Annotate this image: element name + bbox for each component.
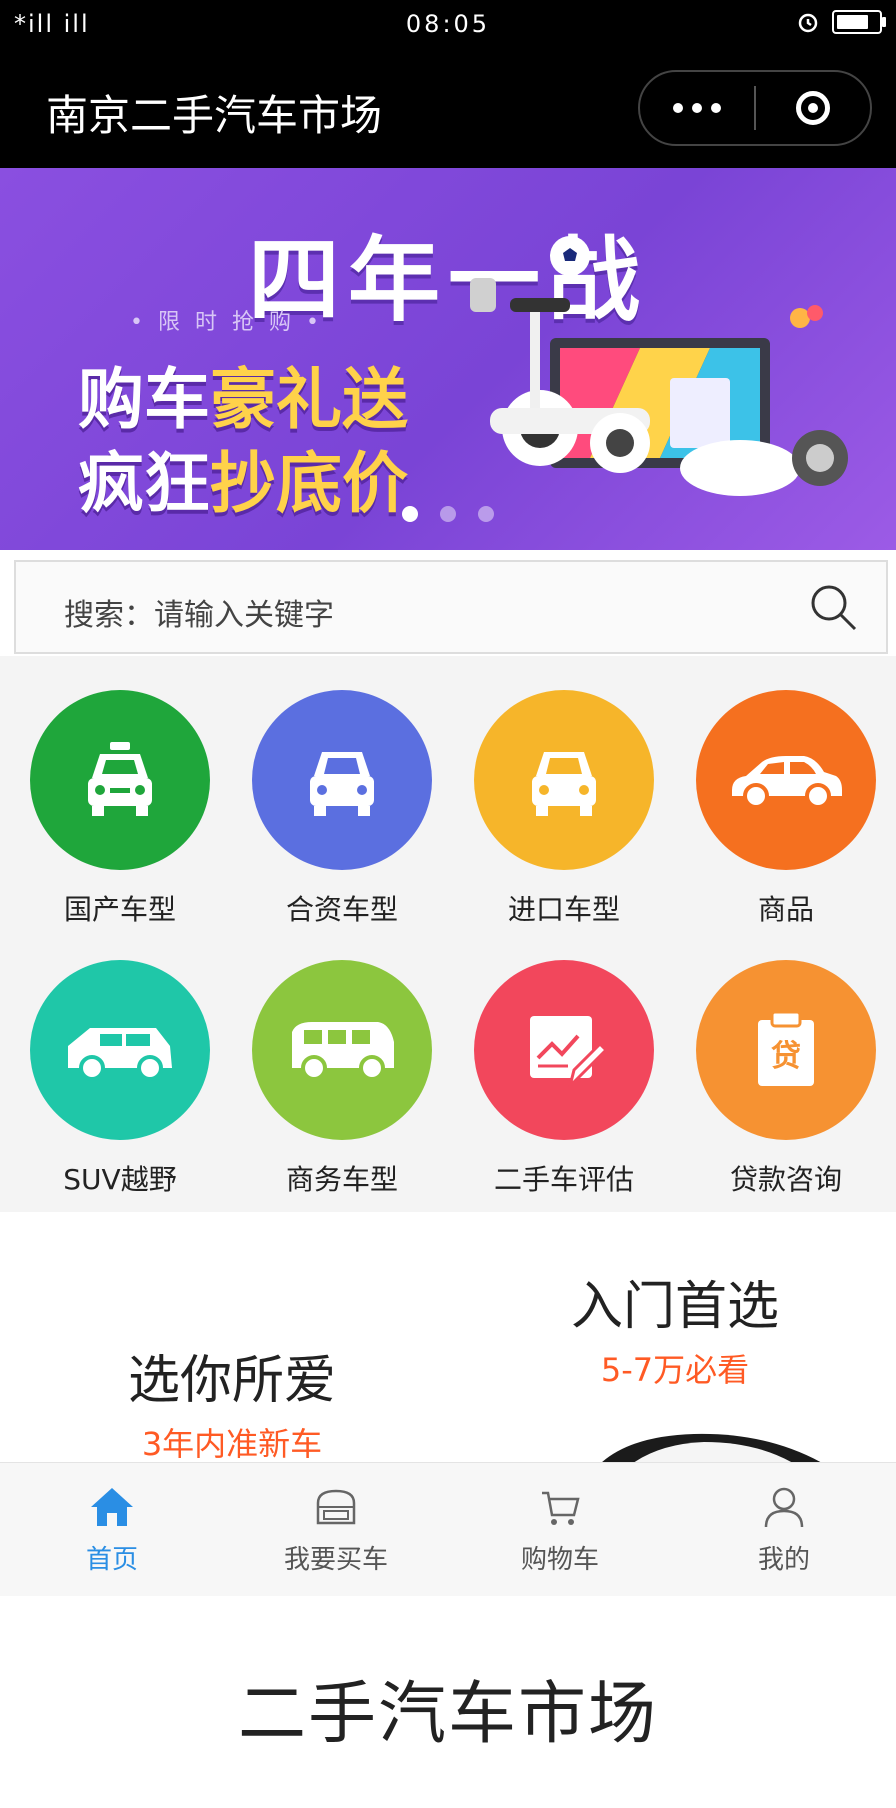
status-icons [796, 10, 886, 34]
promo-card-new-cars[interactable]: 选你所爱 3年内准新车 [14, 1212, 450, 1462]
category-car-front[interactable]: 进口车型 [452, 690, 676, 928]
category-label: 合资车型 [285, 893, 398, 926]
category-label: 商务车型 [285, 1163, 398, 1196]
carousel-dot[interactable] [478, 506, 494, 522]
tab-label: 首页 [85, 1545, 138, 1575]
van-icon [252, 960, 432, 1140]
suv-icon [30, 960, 210, 1140]
banner-subtitle: • 限 时 抢 购 • [130, 310, 323, 335]
battery-level [837, 15, 868, 29]
promo-title: 选你所爱 [127, 1351, 336, 1411]
category-van[interactable]: 商务车型 [230, 960, 454, 1198]
category-chart-edit[interactable]: 二手车评估 [452, 960, 676, 1198]
footer-title: 二手汽车市场 [237, 1675, 658, 1754]
miniprogram-capsule [638, 70, 872, 146]
close-circle-icon [796, 91, 830, 125]
promo-subtitle: 5-7万必看 [600, 1351, 750, 1389]
search-icon[interactable] [806, 580, 860, 634]
taxi-icon [30, 690, 210, 870]
category-loan-clipboard[interactable]: 贷贷款咨询 [674, 960, 896, 1198]
user-icon [764, 1487, 804, 1528]
tab-label: 购物车 [520, 1545, 599, 1575]
tab-label: 我的 [757, 1545, 810, 1575]
football-icon [550, 236, 590, 276]
footer: 二手汽车市场 [0, 1596, 896, 1808]
category-suv[interactable]: SUV越野 [8, 960, 232, 1198]
promo-banner[interactable]: 四年一战 • 限 时 抢 购 • 购车豪礼送 疯狂抄底价 [0, 168, 896, 550]
cart-icon [542, 1491, 580, 1525]
category-label: SUV越野 [63, 1163, 177, 1196]
search-input[interactable]: 搜索：请输入关键字 [14, 560, 888, 654]
sedan-side-icon [696, 690, 876, 870]
status-time: 08:05 [405, 10, 491, 38]
loan-clipboard-icon: 贷 [696, 960, 876, 1140]
more-button[interactable] [640, 72, 754, 144]
carousel-dot[interactable] [402, 506, 418, 522]
tab-buy-car[interactable]: 我要买车 [224, 1463, 448, 1597]
tab-home[interactable]: 首页 [0, 1463, 224, 1597]
car-front-icon [474, 690, 654, 870]
car-front-icon [252, 690, 432, 870]
category-label: 进口车型 [507, 893, 620, 926]
carousel-dot[interactable] [440, 506, 456, 522]
shop-icon [316, 1489, 356, 1525]
carousel-dots [402, 506, 494, 522]
svg-text:贷: 贷 [771, 1039, 801, 1074]
category-label: 商品 [757, 893, 814, 926]
page-title: 南京二手汽车市场 [46, 91, 383, 140]
category-sedan-side[interactable]: 商品 [674, 690, 896, 928]
tab-label: 我要买车 [283, 1545, 388, 1575]
promo-title: 入门首选 [570, 1277, 779, 1337]
banner-line-1: 购车豪礼送 [78, 361, 408, 438]
banner-line-2: 疯狂抄底价 [78, 445, 408, 522]
tab-mine[interactable]: 我的 [672, 1463, 896, 1597]
category-label: 国产车型 [63, 893, 176, 926]
category-taxi[interactable]: 国产车型 [8, 690, 232, 928]
home-icon [91, 1488, 133, 1526]
alarm-icon [798, 13, 818, 33]
white-car-image [602, 1433, 821, 1462]
tab-cart[interactable]: 购物车 [448, 1463, 672, 1597]
promo-subtitle: 3年内准新车 [141, 1425, 323, 1462]
promo-card-entry-level[interactable]: 入门首选 5-7万必看 [454, 1212, 896, 1462]
tab-bar: 首页 我要买车 购物车 我的 [0, 1462, 896, 1597]
category-label: 贷款咨询 [729, 1163, 842, 1196]
search-placeholder: 搜索：请输入关键字 [64, 598, 334, 633]
battery-icon [832, 10, 886, 34]
close-button[interactable] [756, 91, 870, 125]
category-label: 二手车评估 [493, 1163, 634, 1196]
category-car-front[interactable]: 合资车型 [230, 690, 454, 928]
gadgets-illustration [470, 278, 848, 496]
chart-edit-icon [474, 960, 654, 1140]
